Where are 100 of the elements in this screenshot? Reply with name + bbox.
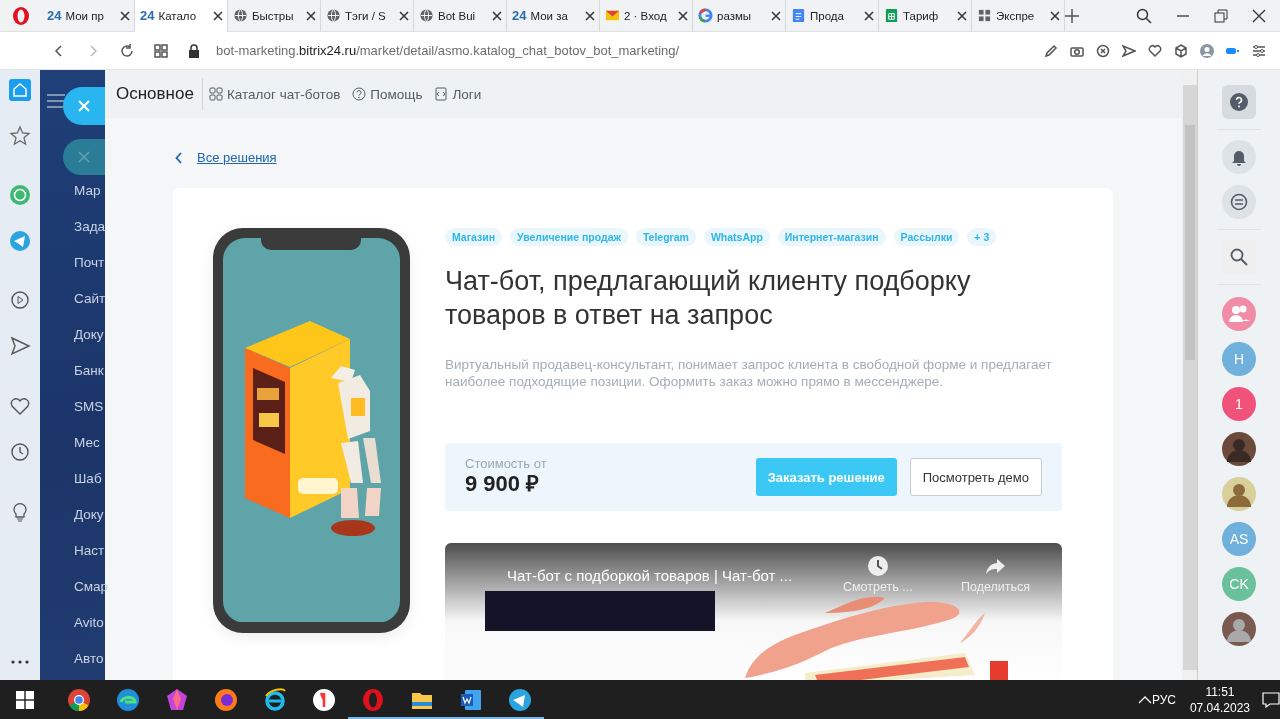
close-icon: [78, 151, 90, 163]
spreadsheet-icon: [884, 8, 899, 23]
reload-icon[interactable]: [120, 43, 134, 58]
product-description: Виртуальный продавец-консультант, понимает запрос клиента в свободной форме и предлагает наиболее подходящие позиции. Оформить заказ можно прямо в мессенджере.: [445, 356, 1053, 390]
browser-tab[interactable]: Быстры: [228, 0, 321, 32]
avatar[interactable]: [1222, 432, 1256, 466]
menu-item[interactable]: Банк: [74, 358, 104, 383]
product-title: Чат-бот, предлагающий клиенту подборку товаров в ответ на запрос: [445, 265, 972, 332]
globe-icon: [419, 8, 434, 23]
browser-tab[interactable]: Тэги / S: [321, 0, 414, 32]
nav-link[interactable]: Помощь: [352, 86, 423, 102]
menu-item[interactable]: Почт: [74, 250, 105, 275]
log-icon: [434, 87, 449, 101]
profile-icon[interactable]: [1200, 43, 1214, 58]
close-icon[interactable]: [955, 8, 969, 23]
avatar[interactable]: [1222, 612, 1256, 646]
telegram-icon[interactable]: [9, 230, 31, 252]
nav-link[interactable]: Логи: [434, 86, 482, 102]
notification-icon[interactable]: [1262, 691, 1280, 708]
close-icon[interactable]: [862, 8, 876, 23]
browser-tab[interactable]: размы: [693, 0, 786, 32]
close-icon[interactable]: [1252, 8, 1266, 23]
url-field[interactable]: bot-marketing.bitrix24.ru/market/detail/asmo.katalog_chat_botov_bot_marketing/: [216, 43, 680, 58]
close-icon[interactable]: [583, 8, 597, 23]
close-icon[interactable]: [397, 8, 411, 23]
heart-icon[interactable]: [9, 395, 31, 417]
back-link[interactable]: Все решения: [197, 150, 277, 165]
grid-icon[interactable]: [154, 43, 168, 58]
close-icon[interactable]: [769, 8, 783, 23]
close-button[interactable]: [63, 87, 105, 125]
home-icon[interactable]: [9, 79, 31, 101]
bitrix-logo: 24: [47, 8, 62, 23]
telegram-icon: [507, 687, 532, 712]
restore-icon[interactable]: [1214, 8, 1228, 23]
search-icon[interactable]: [1136, 7, 1152, 24]
browser-tab[interactable]: 24 Мои за: [507, 0, 600, 32]
search-button[interactable]: [1222, 240, 1256, 274]
menu-item[interactable]: SMS: [74, 394, 104, 419]
browser-tab[interactable]: 24 Катало: [135, 0, 228, 32]
help-icon: [1230, 93, 1248, 111]
nav-link[interactable]: Каталог чат-ботов: [208, 86, 341, 102]
shield-icon[interactable]: [1096, 43, 1110, 58]
browser-tab[interactable]: Тариф: [879, 0, 972, 32]
google-icon: [698, 8, 713, 23]
menu-item[interactable]: Зада: [74, 214, 106, 239]
menu-item[interactable]: Шаб: [74, 466, 102, 491]
edge-icon: [115, 687, 140, 712]
send-icon[interactable]: [1122, 43, 1136, 58]
send-icon[interactable]: [9, 335, 31, 357]
close-icon: [78, 100, 90, 112]
menu-item[interactable]: Мар: [74, 178, 101, 203]
grid-icon: [977, 8, 992, 23]
close-icon[interactable]: [304, 8, 318, 23]
word-icon: [458, 687, 483, 712]
close-icon[interactable]: [118, 8, 132, 23]
help-icon: [352, 87, 367, 101]
gem-icon: [164, 687, 189, 712]
edit-icon[interactable]: [1044, 43, 1058, 58]
help-button[interactable]: [1222, 85, 1256, 119]
chat-button[interactable]: [1222, 185, 1256, 219]
opera-logo-icon[interactable]: [12, 5, 30, 26]
yandex-icon: [311, 687, 336, 712]
close-icon[interactable]: [211, 8, 225, 23]
close-icon[interactable]: [1048, 8, 1062, 23]
browser-tab[interactable]: Bot Bui: [414, 0, 507, 32]
opera-icon: [360, 687, 385, 712]
clock-icon[interactable]: [9, 441, 31, 463]
start-icon[interactable]: [16, 690, 34, 709]
clock-icon[interactable]: [866, 555, 889, 577]
notifications-button[interactable]: [1222, 140, 1256, 174]
browser-tab[interactable]: Прода: [786, 0, 879, 32]
star-icon[interactable]: [9, 125, 31, 147]
back-icon[interactable]: [175, 151, 183, 164]
ie-icon: [262, 687, 287, 712]
document-icon: [791, 8, 806, 23]
scrollbar[interactable]: [1182, 85, 1197, 670]
clock-date[interactable]: 07.04.2023: [1189, 699, 1250, 716]
settings-icon[interactable]: [1252, 43, 1266, 58]
menu-item[interactable]: Avito: [74, 610, 104, 635]
demo-button[interactable]: Посмотреть демо: [909, 458, 1042, 496]
input-language[interactable]: РУС: [1151, 692, 1176, 707]
clock-time[interactable]: 11:51: [1205, 683, 1235, 700]
menu-item[interactable]: Доку: [74, 502, 104, 527]
new-tab-icon[interactable]: [1065, 8, 1079, 23]
play-icon[interactable]: [9, 289, 31, 311]
price: 9 900 ₽: [465, 471, 541, 497]
menu-item[interactable]: Авто: [74, 646, 104, 671]
lock-icon: [188, 43, 200, 58]
close-icon[interactable]: [490, 8, 504, 23]
menu-item[interactable]: Доку: [74, 322, 104, 347]
menu-item[interactable]: Сайт: [74, 286, 106, 311]
globe-icon: [233, 8, 248, 23]
menu-item[interactable]: Наст: [74, 538, 105, 563]
menu-item[interactable]: Мес: [74, 430, 100, 455]
browser-tab[interactable]: 2 · Вход: [600, 0, 693, 32]
cube-icon[interactable]: [1174, 43, 1188, 58]
browser-tab[interactable]: Экспре: [972, 0, 1065, 32]
heart-icon[interactable]: [1148, 43, 1162, 58]
close-icon[interactable]: [676, 8, 690, 23]
chevron-up-icon[interactable]: [1137, 694, 1152, 705]
